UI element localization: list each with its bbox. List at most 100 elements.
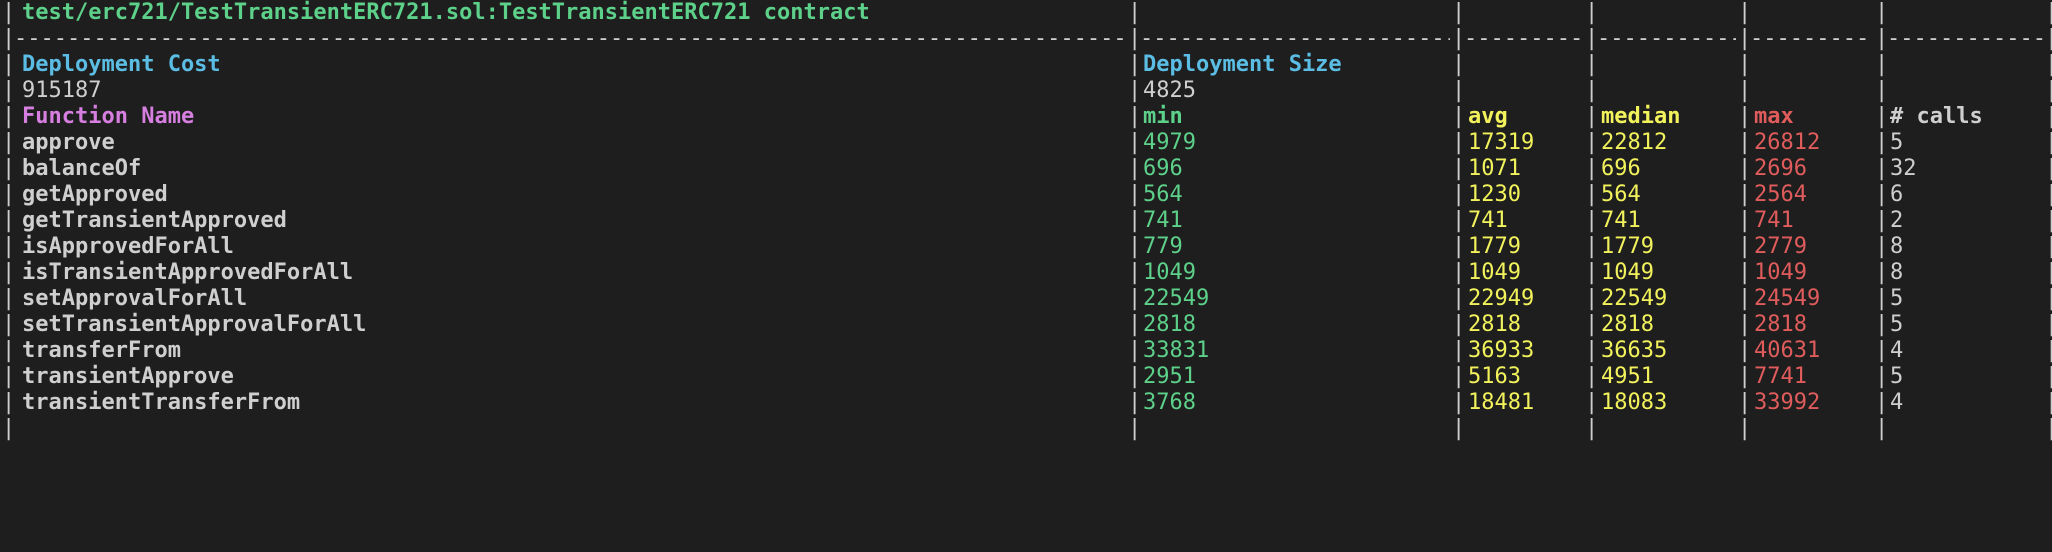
cell-max: 26812 [1754,130,1821,155]
cell-calls: 32 [1890,156,1917,181]
cell-min: 33831 [1143,338,1210,363]
cell-function-name: balanceOf [22,156,142,181]
deployment-cost-value: 915187 [22,78,102,103]
row4-pipe-1: | [1128,234,1142,259]
cell-max: 33992 [1754,390,1821,415]
table-row: | | | | | | | isApprovedForAll 779 1779 1779 2779 8 [0,234,2052,260]
title-pipe-0: | [2,0,16,25]
row7-pipe-3: | [1585,312,1599,337]
row3-pipe-2: | [1452,208,1466,233]
cell-avg: 1049 [1468,260,1521,285]
cell-max: 7741 [1754,364,1807,389]
separator-segment-avg: ------------ [1464,26,1583,51]
dephdr-pipe-5: | [1875,52,1889,77]
cell-avg: 741 [1468,208,1508,233]
cell-avg: 1230 [1468,182,1521,207]
cell-function-name: setApprovalForAll [22,286,248,311]
cell-median: 36635 [1601,338,1668,363]
cell-calls: 4 [1890,338,1904,363]
cell-max: 2818 [1754,312,1807,337]
row6-pipe-5: | [1875,286,1889,311]
column-header-avg: avg [1468,104,1508,129]
cell-avg: 2818 [1468,312,1521,337]
tail-pipe-1: | [1128,416,1142,441]
row3-pipe-1: | [1128,208,1142,233]
row9-pipe-0: | [2,364,16,389]
cell-calls: 8 [1890,260,1904,285]
cell-min: 741 [1143,208,1183,233]
depval-pipe-4: | [1738,78,1752,103]
depval-pipe-1: | [1128,78,1142,103]
row8-pipe-1: | [1128,338,1142,363]
row6-pipe-4: | [1738,286,1752,311]
table-row: | | | | | | | isTransientApprovedForAll 1049 1049… [0,260,2052,286]
table-row: | | | | | | | setTransientApprovalForAll 2818 281… [0,312,2052,338]
cell-min: 4979 [1143,130,1196,155]
row5-pipe-5: | [1875,260,1889,285]
cell-avg: 1779 [1468,234,1521,259]
cell-median: 22812 [1601,130,1668,155]
cell-calls: 5 [1890,312,1904,337]
cell-median: 741 [1601,208,1641,233]
depval-pipe-6: | [2045,78,2052,103]
cell-min: 2818 [1143,312,1196,337]
separator-segment-min: -------------------------- [1140,26,1450,51]
row4-pipe-2: | [1452,234,1466,259]
row5-pipe-1: | [1128,260,1142,285]
row4-pipe-6: | [2045,234,2052,259]
deployment-size-label: Deployment Size [1143,52,1342,77]
title-pipe-6: | [2045,0,2052,25]
dephdr-pipe-4: | [1738,52,1752,77]
cell-median: 4951 [1601,364,1654,389]
row7-pipe-4: | [1738,312,1752,337]
row5-pipe-0: | [2,260,16,285]
row0-pipe-0: | [2,130,16,155]
row3-pipe-0: | [2,208,16,233]
tail-pipe-6: | [2045,416,2052,441]
tail-pipe-4: | [1738,416,1752,441]
cell-function-name: transientTransferFrom [22,390,301,415]
row3-pipe-4: | [1738,208,1752,233]
row5-pipe-4: | [1738,260,1752,285]
column-header-function-name: Function Name [22,104,195,129]
row2-pipe-6: | [2045,182,2052,207]
cell-avg: 36933 [1468,338,1535,363]
row2-pipe-5: | [1875,182,1889,207]
row5-pipe-6: | [2045,260,2052,285]
row7-pipe-6: | [2045,312,2052,337]
cell-calls: 2 [1890,208,1904,233]
title-pipe-5: | [1875,0,1889,25]
row1-pipe-4: | [1738,156,1752,181]
cell-max: 2779 [1754,234,1807,259]
colhdr-pipe-5: | [1875,104,1889,129]
row2-pipe-0: | [2,182,16,207]
column-header-median: median [1601,104,1681,129]
row1-pipe-5: | [1875,156,1889,181]
table-row: | | | | | | | balanceOf 696 1071 696 2696 32 [0,156,2052,182]
row2-pipe-4: | [1738,182,1752,207]
deployment-cost-label: Deployment Cost [22,52,221,77]
row1-pipe-6: | [2045,156,2052,181]
separator-segment-max: ------------ [1750,26,1873,51]
table-row: | | | | | | | transferFrom 33831 36933 36635 40631 4 [0,338,2052,364]
row10-pipe-2: | [1452,390,1466,415]
table-row: | | | | | | | getTransientApproved 741 741 741 741 2 [0,208,2052,234]
cell-max: 741 [1754,208,1794,233]
cell-median: 2818 [1601,312,1654,337]
table-row: | | | | | | | setApprovalForAll 22549 22949 22549 2… [0,286,2052,312]
row7-pipe-5: | [1875,312,1889,337]
cell-min: 3768 [1143,390,1196,415]
row10-pipe-5: | [1875,390,1889,415]
table-row: | | | | | | | approve 4979 17319 22812 26812 5 [0,130,2052,156]
row6-pipe-2: | [1452,286,1466,311]
row3-pipe-3: | [1585,208,1599,233]
dephdr-pipe-1: | [1128,52,1142,77]
depval-pipe-5: | [1875,78,1889,103]
cell-min: 696 [1143,156,1183,181]
cell-calls: 8 [1890,234,1904,259]
table-row: | | | | | | | getApproved 564 1230 564 2564 6 [0,182,2052,208]
colhdr-pipe-4: | [1738,104,1752,129]
row0-pipe-5: | [1875,130,1889,155]
cell-median: 564 [1601,182,1641,207]
row7-pipe-1: | [1128,312,1142,337]
